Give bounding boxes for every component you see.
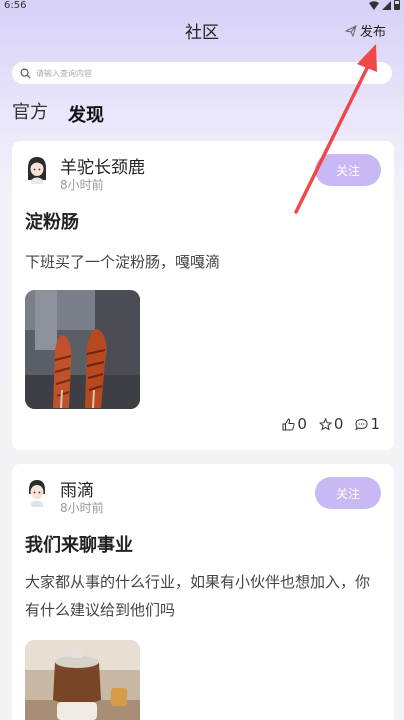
username[interactable]: 羊驼长颈鹿 [60, 153, 145, 178]
comment-icon [355, 418, 368, 431]
post-title: 我们来聊事业 [25, 535, 133, 556]
post-time: 8小时前 [60, 501, 104, 515]
post-image[interactable] [25, 290, 140, 409]
search-input[interactable] [36, 68, 376, 78]
search-icon [20, 68, 31, 79]
status-bar: 6:56 [0, 0, 404, 14]
sausage-photo-image [25, 290, 140, 409]
tea-set-photo-image [25, 640, 140, 720]
star-icon [318, 417, 332, 431]
status-icons [369, 0, 400, 10]
favorite-stat[interactable]: 0 [318, 415, 344, 433]
follow-button[interactable]: 关注 [315, 154, 381, 186]
post-image[interactable] [25, 640, 140, 720]
avatar[interactable] [24, 154, 50, 184]
avatar-girl-icon [28, 157, 46, 184]
post-card[interactable]: 雨滴 8小时前 关注 我们来聊事业 大家都从事的什么行业，如果有小伙伴也想加入，… [12, 464, 394, 720]
top-bar: 社区 发布 [0, 14, 404, 48]
avatar-boy-icon [29, 480, 45, 507]
publish-button[interactable]: 发布 [344, 21, 386, 40]
username[interactable]: 雨滴 [60, 476, 94, 501]
tab-discover[interactable]: 发现 [68, 101, 104, 127]
follow-button[interactable]: 关注 [315, 477, 381, 509]
battery-icon [394, 0, 400, 10]
search-bar[interactable] [12, 62, 392, 84]
comment-stat[interactable]: 1 [355, 415, 380, 433]
wifi-icon [369, 0, 379, 10]
post-card[interactable]: 羊驼长颈鹿 8小时前 关注 淀粉肠 下班买了一个淀粉肠，嘎嘎滴 0 0 1 [12, 141, 394, 450]
tab-official[interactable]: 官方 [12, 98, 48, 124]
post-time: 8小时前 [60, 178, 104, 192]
send-icon [344, 24, 357, 37]
avatar[interactable] [24, 477, 50, 507]
comment-count: 1 [370, 415, 380, 433]
post-body: 下班买了一个淀粉肠，嘎嘎滴 [25, 253, 221, 271]
thumbs-up-icon [282, 417, 295, 430]
signal-icon [382, 0, 391, 10]
status-time: 6:56 [4, 0, 27, 11]
post-stats: 0 0 1 [282, 415, 380, 433]
favorite-count: 0 [333, 415, 344, 433]
like-count: 0 [297, 415, 307, 433]
post-body: 大家都从事的什么行业，如果有小伙伴也想加入，你有什么建议给到他们吗 [25, 573, 371, 619]
post-title: 淀粉肠 [25, 212, 79, 233]
publish-label: 发布 [359, 25, 386, 40]
page-title: 社区 [185, 23, 219, 43]
like-stat[interactable]: 0 [282, 415, 307, 433]
